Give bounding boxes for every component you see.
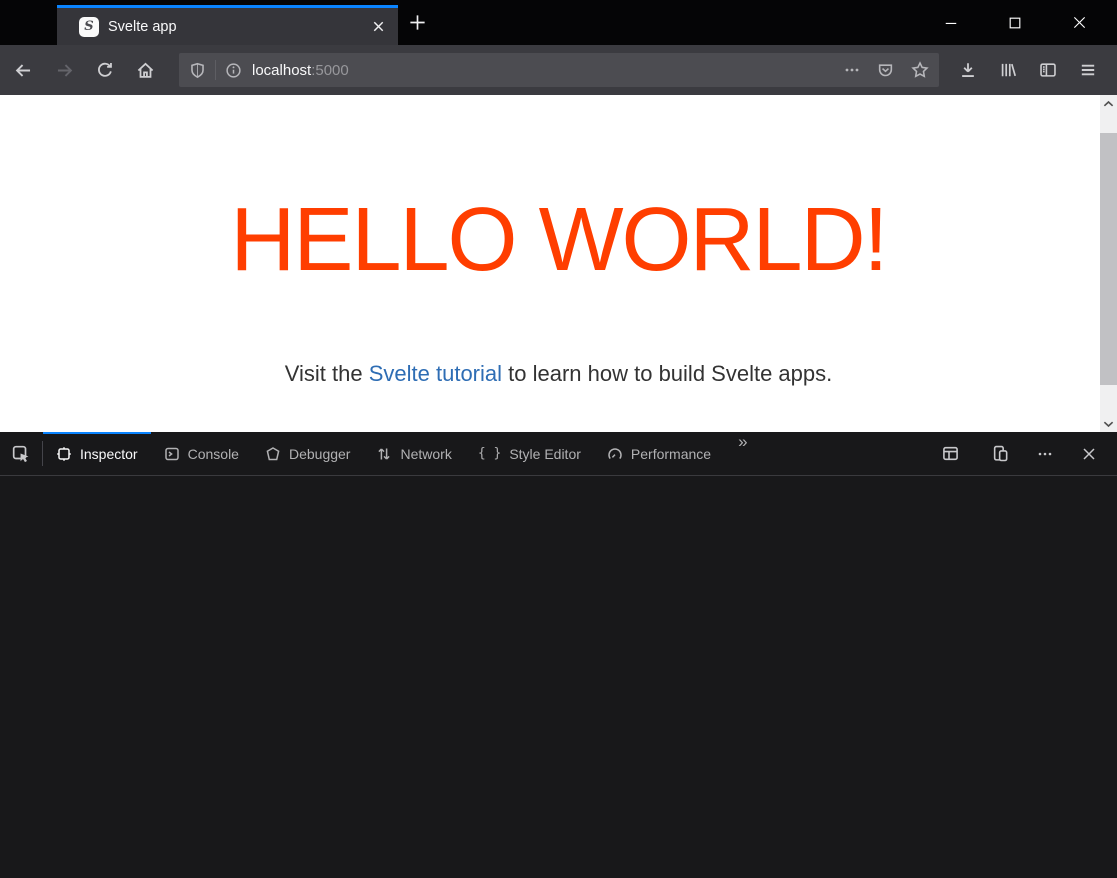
tab-style-editor[interactable]: { } Style Editor	[465, 432, 594, 475]
tab-console[interactable]: Console	[151, 432, 252, 475]
page-scrollbar-thumb[interactable]	[1100, 133, 1117, 385]
minimize-icon[interactable]	[944, 16, 958, 30]
page-paragraph: Visit the Svelte tutorial to learn how t…	[0, 361, 1117, 387]
back-button[interactable]	[14, 61, 33, 80]
debugger-icon	[265, 446, 281, 462]
tab-debugger[interactable]: Debugger	[252, 432, 364, 475]
page-actions-icon[interactable]	[844, 62, 860, 78]
responsive-design-icon[interactable]	[980, 445, 1021, 462]
navigation-toolbar: localhost:5000	[0, 45, 1117, 95]
bookmark-star-icon[interactable]	[911, 61, 929, 79]
scroll-down-icon[interactable]	[1100, 415, 1117, 432]
forward-button[interactable]	[55, 61, 74, 80]
scroll-up-icon[interactable]	[1100, 95, 1117, 112]
url-port: :5000	[311, 62, 349, 79]
reload-button[interactable]	[96, 61, 114, 79]
svelte-favicon-icon: S	[79, 17, 99, 37]
more-tabs-chevron-icon[interactable]: »	[724, 432, 761, 475]
inspector-icon	[56, 446, 72, 462]
close-window-icon[interactable]	[1072, 15, 1087, 30]
tracking-shield-icon[interactable]	[189, 62, 206, 79]
toolbar-right-actions	[947, 61, 1103, 79]
para-text-after: to learn how to build Svelte apps.	[502, 361, 832, 386]
devtools-toolbar: Inspector Console Debugger Network { } S…	[0, 432, 1117, 476]
page-viewport: HELLO WORLD! Visit the Svelte tutorial t…	[0, 95, 1117, 432]
url-bar[interactable]: localhost:5000	[179, 53, 939, 87]
downloads-icon[interactable]	[959, 61, 977, 79]
console-icon	[164, 446, 180, 462]
para-text-before: Visit the	[285, 361, 369, 386]
tab-inspector[interactable]: Inspector	[43, 432, 151, 475]
tab-network[interactable]: Network	[363, 432, 464, 475]
node-picker-icon[interactable]	[0, 432, 42, 475]
performance-icon	[607, 446, 623, 462]
style-editor-icon: { }	[478, 446, 501, 461]
new-tab-button[interactable]	[408, 13, 427, 32]
maximize-icon[interactable]	[1008, 16, 1022, 30]
devtools-toolbar-right	[930, 432, 1117, 475]
page-scrollbar[interactable]	[1100, 95, 1117, 432]
network-icon	[376, 446, 392, 462]
home-button[interactable]	[136, 61, 155, 80]
tab-close-icon[interactable]	[371, 19, 386, 34]
site-info-icon[interactable]	[225, 62, 242, 79]
titlebar: S Svelte app	[0, 0, 1117, 45]
devtools-panel: Inspector Console Debugger Network { } S…	[0, 432, 1117, 878]
pocket-icon[interactable]	[877, 62, 894, 79]
browser-window: S Svelte app	[0, 0, 1117, 878]
window-controls	[944, 0, 1087, 45]
dock-options-icon[interactable]	[930, 445, 971, 462]
url-text: localhost:5000	[252, 62, 349, 79]
devtools-menu-icon[interactable]	[1025, 446, 1065, 462]
library-icon[interactable]	[999, 61, 1017, 79]
urlbar-separator	[215, 60, 216, 80]
page-heading: HELLO WORLD!	[0, 195, 1117, 285]
tab-title: Svelte app	[108, 19, 177, 35]
url-host: localhost	[252, 62, 311, 79]
menu-hamburger-icon[interactable]	[1079, 61, 1097, 79]
urlbar-actions	[844, 61, 929, 79]
sidebar-toggle-icon[interactable]	[1039, 61, 1057, 79]
tab-performance[interactable]: Performance	[594, 432, 724, 475]
devtools-close-icon[interactable]	[1069, 446, 1109, 462]
svelte-tutorial-link[interactable]: Svelte tutorial	[369, 361, 502, 386]
browser-tab[interactable]: S Svelte app	[57, 5, 398, 45]
